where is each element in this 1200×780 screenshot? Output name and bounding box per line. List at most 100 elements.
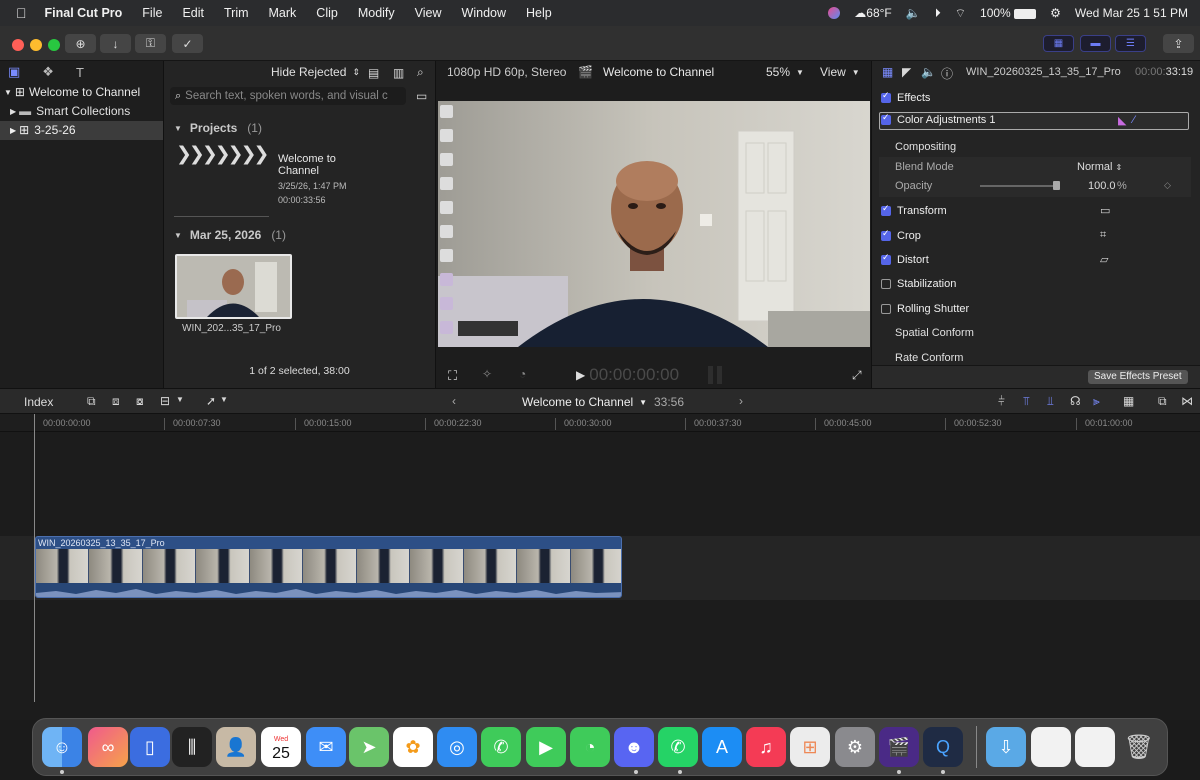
- effects-section[interactable]: Effects: [881, 90, 930, 104]
- menu-modify[interactable]: Modify: [358, 6, 395, 20]
- timecode-display[interactable]: ▶ 00:00:00:00: [576, 365, 679, 385]
- launchpad-icon[interactable]: ⊞: [790, 727, 830, 767]
- append-clip-icon[interactable]: ⧇: [136, 394, 144, 409]
- audio-inspector-icon[interactable]: 🔈: [921, 65, 936, 79]
- close-window-button[interactable]: [12, 39, 24, 51]
- timeline-area[interactable]: WIN_20260325_13_35_17_Pro: [0, 414, 1200, 720]
- app-menu[interactable]: Final Cut Pro: [45, 6, 123, 20]
- menu-edit[interactable]: Edit: [182, 6, 204, 20]
- menu-clip[interactable]: Clip: [316, 6, 338, 20]
- effects-checkbox[interactable]: [881, 90, 891, 103]
- library-item[interactable]: ▼ ⊞ Welcome to Channel: [4, 85, 140, 99]
- rolling-shutter-checkbox[interactable]: [881, 304, 891, 314]
- distort-section[interactable]: Distort: [881, 252, 929, 266]
- stabilization-section[interactable]: Stabilization: [881, 278, 956, 290]
- apple-menu-icon[interactable]: : [16, 5, 27, 21]
- compositing-label[interactable]: Compositing: [895, 141, 956, 153]
- minimize-window-button[interactable]: [30, 39, 42, 51]
- distort-checkbox[interactable]: [881, 252, 891, 265]
- clip-thumbnail[interactable]: [175, 254, 292, 319]
- timeline-clip[interactable]: WIN_20260325_13_35_17_Pro: [35, 536, 622, 598]
- crop-checkbox[interactable]: [881, 228, 891, 241]
- discord-icon[interactable]: ☻: [614, 727, 654, 767]
- wifi-icon[interactable]: ⌔: [955, 6, 966, 21]
- clip-appearance-icon[interactable]: ▦: [1123, 394, 1134, 408]
- enhance-wand-icon[interactable]: ✧: [482, 367, 492, 381]
- solo-icon[interactable]: ⫫: [1047, 394, 1054, 409]
- photos-icon[interactable]: ✿: [393, 727, 433, 767]
- chevron-down-icon[interactable]: ▼: [220, 395, 228, 404]
- trash-icon[interactable]: 🗑: [1119, 727, 1159, 767]
- facetime-icon[interactable]: ▶: [526, 727, 566, 767]
- skimming-icon[interactable]: ⫩: [998, 394, 1005, 409]
- weather-status[interactable]: ☁68°F: [854, 6, 891, 20]
- zoom-window-button[interactable]: [48, 39, 60, 51]
- final-cut-pro-icon[interactable]: 🎬: [879, 727, 919, 767]
- crop-section[interactable]: Crop: [881, 228, 921, 242]
- spatial-conform-label[interactable]: Spatial Conform: [895, 327, 974, 339]
- share-button[interactable]: ⇪: [1163, 34, 1194, 53]
- connect-clip-icon[interactable]: ⧉: [87, 394, 96, 409]
- maps-icon[interactable]: ➤: [349, 727, 389, 767]
- control-center-icon[interactable]: ⚙: [1050, 6, 1061, 20]
- browser-toggle-button[interactable]: ▦: [1043, 35, 1074, 52]
- background-tasks-button[interactable]: ✓: [172, 34, 203, 53]
- import-media-button[interactable]: ⊕: [65, 34, 96, 53]
- effects-browser-icon[interactable]: ⧉: [1158, 394, 1167, 409]
- audio-meters[interactable]: [708, 366, 724, 384]
- info-inspector-icon[interactable]: ⓘ: [941, 65, 953, 82]
- mail-icon[interactable]: ✉: [306, 727, 346, 767]
- transform-checkbox[interactable]: [881, 203, 891, 216]
- recent-screenshot-icon[interactable]: [1075, 727, 1115, 767]
- titles-generators-icon[interactable]: T: [76, 65, 84, 80]
- timeline-toggle-button[interactable]: ▬: [1080, 35, 1111, 52]
- headphones-icon[interactable]: ☊: [1070, 394, 1081, 408]
- inspector-toggle-button[interactable]: ☰: [1115, 35, 1146, 52]
- audio-skimming-icon[interactable]: ⫪: [1023, 394, 1030, 409]
- timeline-project-popup[interactable]: Welcome to Channel ▼: [522, 395, 647, 409]
- video-frame[interactable]: [438, 101, 870, 347]
- fullscreen-icon[interactable]: ⤢: [852, 368, 862, 383]
- menu-file[interactable]: File: [142, 6, 162, 20]
- color-inspector-icon[interactable]: ◤: [902, 65, 911, 79]
- rolling-shutter-section[interactable]: Rolling Shutter: [881, 303, 969, 315]
- blend-mode-popup[interactable]: Normal ⇕: [1077, 161, 1122, 173]
- overwrite-clip-icon[interactable]: ⊟: [160, 394, 170, 408]
- import-button[interactable]: ↓: [100, 34, 131, 53]
- clip-appearance-icon[interactable]: ▤: [368, 66, 379, 80]
- playback-speed-icon[interactable]: ◔: [519, 367, 526, 381]
- zoom-popup[interactable]: 55% ▼: [766, 65, 804, 79]
- app-store-icon[interactable]: A: [702, 727, 742, 767]
- select-tool-icon[interactable]: ➚: [206, 394, 216, 408]
- transitions-browser-icon[interactable]: ⋈: [1181, 394, 1193, 408]
- messages-icon[interactable]: ◔: [570, 727, 610, 767]
- siri-icon[interactable]: [828, 7, 841, 19]
- opacity-slider[interactable]: [980, 181, 1060, 190]
- keychain-icon[interactable]: ⫼: [172, 727, 212, 767]
- transform-onscreen-icon[interactable]: ▭: [1100, 204, 1110, 217]
- safari-icon[interactable]: ◎: [437, 727, 477, 767]
- battery-status[interactable]: 100%: [980, 6, 1037, 20]
- play-icon[interactable]: ▶: [576, 368, 585, 382]
- menu-trim[interactable]: Trim: [224, 6, 249, 20]
- view-popup[interactable]: View ▼: [820, 65, 860, 79]
- calendar-icon[interactable]: Wed 25: [261, 727, 301, 767]
- history-back-icon[interactable]: ‹: [452, 394, 456, 408]
- system-settings-icon[interactable]: ⚙: [835, 727, 875, 767]
- snapping-icon[interactable]: ⫸: [1093, 394, 1100, 409]
- opacity-value[interactable]: 100.0: [1088, 180, 1116, 192]
- smart-collections-item[interactable]: ▶ ▬ Smart Collections: [10, 104, 130, 118]
- projects-section-header[interactable]: ▼ Projects (1): [174, 121, 262, 135]
- play-status-icon[interactable]: ⏵: [935, 6, 941, 21]
- save-effects-preset-button[interactable]: Save Effects Preset: [1088, 370, 1188, 384]
- recent-document-icon[interactable]: [1031, 727, 1071, 767]
- filmstrip-view-icon[interactable]: ▥: [393, 66, 404, 80]
- keyframe-diamond-icon[interactable]: ◇: [1164, 180, 1171, 191]
- music-icon[interactable]: ♫: [746, 727, 786, 767]
- project-title[interactable]: Welcome to Channel: [278, 153, 358, 177]
- volume-icon[interactable]: 🔈: [906, 6, 921, 20]
- libraries-icon[interactable]: ▣: [8, 64, 20, 80]
- transform-section[interactable]: Transform: [881, 203, 947, 217]
- menu-window[interactable]: Window: [462, 6, 506, 20]
- color-board-icon[interactable]: ◣: [1118, 114, 1126, 127]
